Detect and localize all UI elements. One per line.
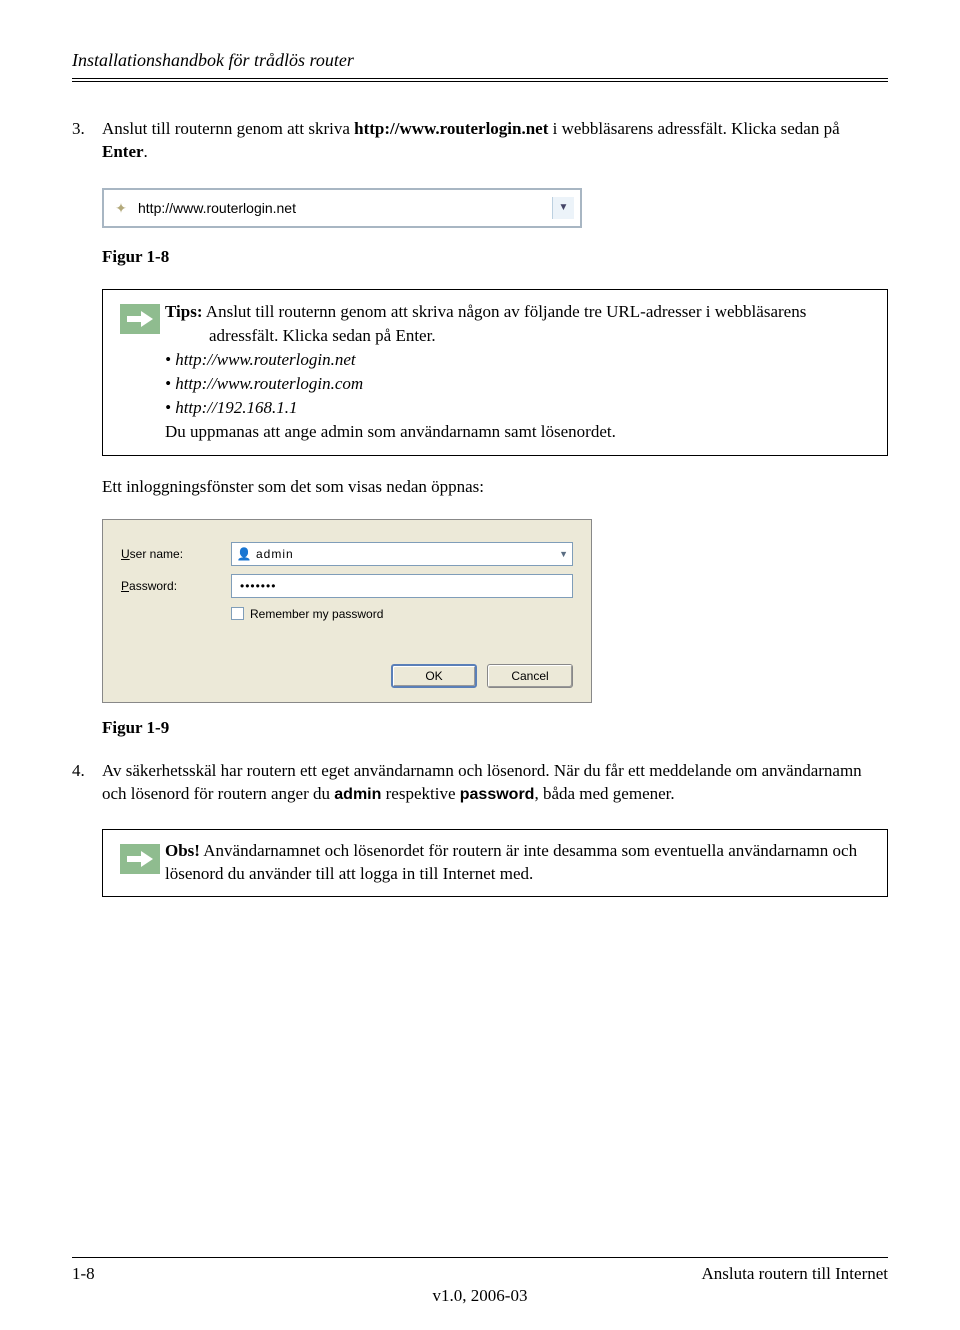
tips-box: Tips: Anslut till routernn genom att skr… [102, 289, 888, 456]
cancel-button[interactable]: Cancel [487, 664, 573, 688]
figure-1-8-caption: Figur 1-8 [102, 246, 888, 269]
password-value: ••••••• [236, 578, 568, 594]
section-title: Ansluta routern till Internet [702, 1263, 888, 1286]
ok-button[interactable]: OK [391, 664, 477, 688]
tips-link-1: • http://www.routerlogin.net [165, 349, 875, 372]
tips-lead-bold: Tips: [165, 302, 203, 321]
tips-icon-column [115, 300, 165, 445]
username-label: User name: [121, 546, 231, 562]
username-field[interactable]: 👤 admin ▼ [231, 542, 573, 566]
obs-box: Obs! Användarnamnet och lösenordet för r… [102, 829, 888, 897]
address-bar[interactable]: ✦ http://www.routerlogin.net ▼ [102, 188, 582, 228]
chevron-down-icon[interactable]: ▼ [559, 548, 568, 560]
obs-icon-column [115, 840, 165, 886]
figure-1-8-addressbar: ✦ http://www.routerlogin.net ▼ [102, 188, 888, 228]
password-label-p: P [121, 579, 129, 593]
password-label-rest: assword: [129, 579, 177, 593]
step-4-text-b: respektive [381, 784, 459, 803]
login-row-username: User name: 👤 admin ▼ [121, 542, 573, 566]
tips-text: Tips: Anslut till routernn genom att skr… [165, 300, 875, 445]
page-number: 1-8 [72, 1263, 95, 1286]
username-label-rest: ser name: [130, 547, 183, 561]
login-dialog: User name: 👤 admin ▼ Password: ••••••• R… [102, 519, 592, 703]
page-content: 3. Anslut till routernn genom att skriva… [72, 82, 888, 897]
figure-1-9-login-dialog: User name: 👤 admin ▼ Password: ••••••• R… [102, 519, 888, 703]
remember-password-row: Remember my password [231, 606, 573, 622]
footer-rule [72, 1257, 888, 1258]
username-value: admin [252, 546, 559, 562]
footer-row: 1-8 Ansluta routern till Internet [72, 1263, 888, 1286]
step-4-text-c: , båda med gemener. [534, 784, 674, 803]
page-icon: ✦ [110, 197, 132, 219]
obs-lead-bold: Obs! [165, 841, 200, 860]
step-3-body: Anslut till routernn genom att skriva ht… [102, 118, 888, 164]
tips-line-2: adressfält. Klicka sedan på Enter. [165, 325, 875, 348]
login-buttons: OK Cancel [391, 664, 573, 688]
after-tip-text: Ett inloggningsfönster som det som visas… [102, 476, 888, 499]
obs-rest: Användarnamnet och lösenordet för router… [165, 841, 857, 883]
header-rule-1 [72, 78, 888, 79]
step-4-number: 4. [72, 760, 102, 806]
page-header-title: Installationshandbok för trådlös router [72, 48, 888, 72]
step-4: 4. Av säkerhetsskäl har routern ett eget… [72, 760, 888, 806]
remember-password-checkbox[interactable] [231, 607, 244, 620]
step-3-text-c: . [144, 142, 148, 161]
step-3: 3. Anslut till routernn genom att skriva… [72, 118, 888, 164]
password-field[interactable]: ••••••• [231, 574, 573, 598]
step-4-body: Av säkerhetsskäl har routern ett eget an… [102, 760, 888, 806]
tips-link-3: • http://192.168.1.1 [165, 397, 875, 420]
login-row-password: Password: ••••••• [121, 574, 573, 598]
password-label: Password: [121, 578, 231, 594]
tips-link-2: • http://www.routerlogin.com [165, 373, 875, 396]
tips-last-line: Du uppmanas att ange admin som användarn… [165, 421, 875, 444]
user-icon: 👤 [236, 546, 252, 562]
address-bar-url: http://www.routerlogin.net [132, 199, 552, 218]
address-bar-dropdown-icon[interactable]: ▼ [552, 197, 574, 219]
step-3-enter: Enter [102, 142, 144, 161]
arrow-right-icon [120, 844, 160, 874]
step-4-password: password [460, 786, 535, 803]
remember-password-label: Remember my password [250, 606, 383, 622]
step-4-admin: admin [334, 786, 381, 803]
step-3-text-a: Anslut till routernn genom att skriva [102, 119, 354, 138]
username-label-u: U [121, 547, 130, 561]
step-3-text-b: i webbläsarens adressfält. Klicka sedan … [548, 119, 839, 138]
figure-1-9-caption: Figur 1-9 [102, 717, 888, 740]
arrow-right-icon [120, 304, 160, 334]
step-3-number: 3. [72, 118, 102, 164]
step-3-url: http://www.routerlogin.net [354, 119, 548, 138]
obs-text: Obs! Användarnamnet och lösenordet för r… [165, 840, 875, 886]
footer-version: v1.0, 2006-03 [0, 1285, 960, 1308]
tips-lead-rest: Anslut till routernn genom att skriva nå… [203, 302, 807, 321]
